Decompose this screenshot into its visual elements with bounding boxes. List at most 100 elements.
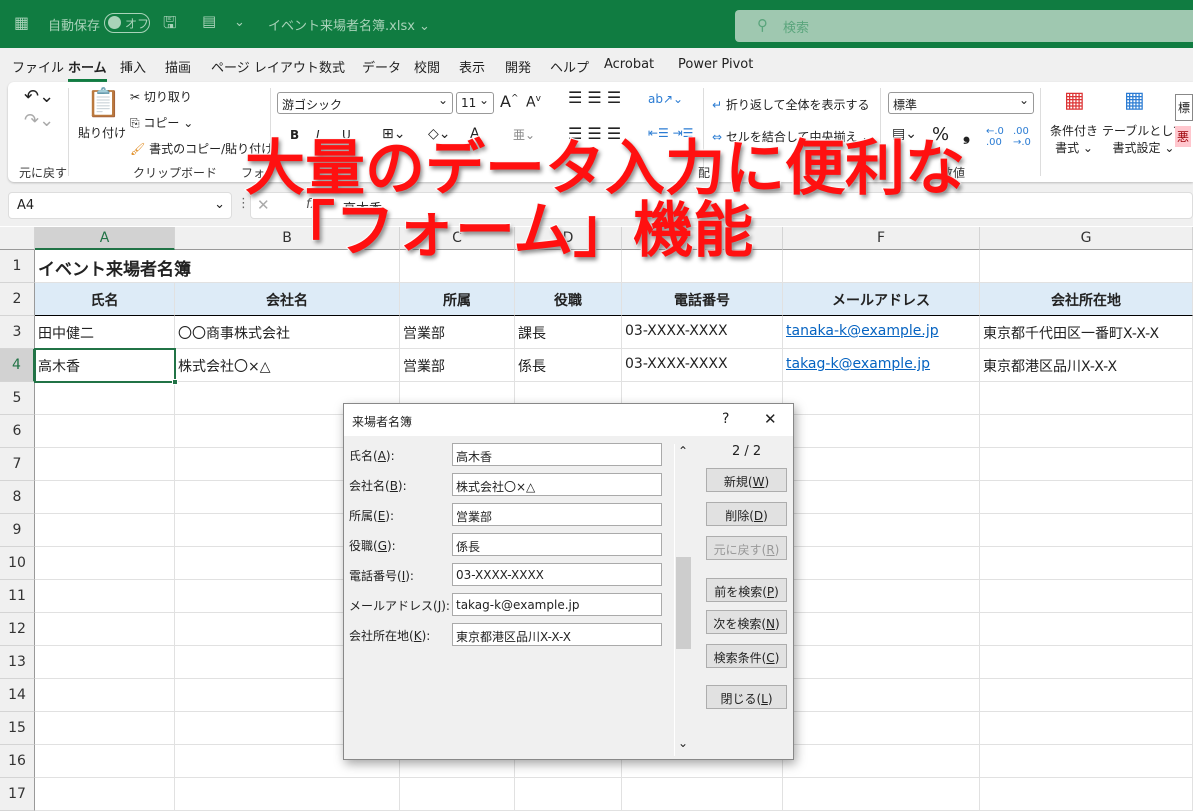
- cell[interactable]: [783, 580, 980, 613]
- table-cell[interactable]: 〇〇商事株式会社: [175, 316, 400, 349]
- conditional-format-icon[interactable]: ▦: [1064, 88, 1085, 113]
- decrease-decimal-icon[interactable]: .00→.0: [1013, 126, 1031, 148]
- tab-4[interactable]: ページ レイアウト: [211, 57, 319, 76]
- row-header-3[interactable]: 3: [0, 316, 35, 349]
- row-header-4[interactable]: 4: [0, 349, 35, 382]
- cell[interactable]: [980, 613, 1193, 646]
- tab-0[interactable]: ファイル: [12, 57, 64, 76]
- tab-11[interactable]: Acrobat: [604, 57, 654, 72]
- cell[interactable]: [35, 712, 175, 745]
- cell[interactable]: [35, 448, 175, 481]
- cell[interactable]: [980, 679, 1193, 712]
- conditional-format-button[interactable]: 条件付き書式 ⌄: [1050, 122, 1098, 156]
- row-header-12[interactable]: 12: [0, 613, 35, 646]
- cell[interactable]: [400, 778, 515, 811]
- row-header-8[interactable]: 8: [0, 481, 35, 514]
- tab-3[interactable]: 描画: [165, 57, 191, 76]
- format-as-table-button[interactable]: テーブルとして書式設定 ⌄: [1102, 122, 1185, 156]
- table-cell[interactable]: 営業部: [400, 349, 515, 382]
- cell[interactable]: [783, 415, 980, 448]
- format-as-table-icon[interactable]: ▦: [1124, 88, 1145, 113]
- form-icon[interactable]: ▤: [202, 12, 216, 30]
- table-header[interactable]: メールアドレス: [783, 283, 980, 316]
- field-input[interactable]: 03-XXXX-XXXX: [452, 563, 662, 586]
- qat-dropdown-icon[interactable]: ⌄: [234, 15, 245, 30]
- row-header-10[interactable]: 10: [0, 547, 35, 580]
- tab-6[interactable]: データ: [362, 57, 401, 76]
- style-normal[interactable]: 標: [1175, 94, 1193, 121]
- cell[interactable]: [35, 514, 175, 547]
- table-cell[interactable]: 東京都港区品川X-X-X: [980, 349, 1193, 382]
- field-input[interactable]: 高木香: [452, 443, 662, 466]
- help-button[interactable]: ?: [722, 411, 729, 427]
- grow-font-icon[interactable]: A^: [500, 92, 519, 111]
- cell[interactable]: [783, 514, 980, 547]
- field-input[interactable]: 株式会社〇×△: [452, 473, 662, 496]
- row-header-15[interactable]: 15: [0, 712, 35, 745]
- row-header-1[interactable]: 1: [0, 250, 35, 283]
- cell[interactable]: [783, 646, 980, 679]
- table-header[interactable]: 会社名: [175, 283, 400, 316]
- cell[interactable]: [35, 778, 175, 811]
- style-bad[interactable]: 悪: [1175, 126, 1191, 147]
- scroll-up-icon[interactable]: ⌃: [678, 444, 688, 458]
- file-name[interactable]: イベント来場者名簿.xlsx ⌄: [268, 15, 430, 34]
- select-all-corner[interactable]: [0, 227, 35, 250]
- row-header-13[interactable]: 13: [0, 646, 35, 679]
- table-cell[interactable]: takag-k@example.jp: [783, 349, 980, 382]
- autosave-toggle[interactable]: オフ: [104, 13, 150, 33]
- row-header-17[interactable]: 17: [0, 778, 35, 811]
- cell[interactable]: [783, 613, 980, 646]
- cell[interactable]: [980, 547, 1193, 580]
- undo-icon[interactable]: ↶⌄: [24, 86, 54, 107]
- table-header[interactable]: 電話番号: [622, 283, 783, 316]
- cell[interactable]: [980, 514, 1193, 547]
- cell[interactable]: [783, 712, 980, 745]
- copy-button[interactable]: ⎘ コピー ⌄: [130, 114, 193, 131]
- table-header[interactable]: 役職: [515, 283, 622, 316]
- cell[interactable]: [980, 481, 1193, 514]
- dialog-button-N[interactable]: 次を検索(N): [706, 610, 787, 634]
- table-header[interactable]: 氏名: [35, 283, 175, 316]
- cell[interactable]: [980, 580, 1193, 613]
- tab-9[interactable]: 開発: [505, 57, 531, 76]
- table-cell[interactable]: 03-XXXX-XXXX: [622, 316, 783, 349]
- cell[interactable]: [980, 415, 1193, 448]
- row-header-14[interactable]: 14: [0, 679, 35, 712]
- cell[interactable]: [35, 415, 175, 448]
- dialog-button-C[interactable]: 検索条件(C): [706, 644, 787, 668]
- name-box[interactable]: A4⌄: [8, 192, 232, 219]
- cell[interactable]: [35, 580, 175, 613]
- table-cell[interactable]: 東京都千代田区一番町X-X-X: [980, 316, 1193, 349]
- cell[interactable]: [783, 679, 980, 712]
- row-header-5[interactable]: 5: [0, 382, 35, 415]
- search-box[interactable]: ⚲ 検索: [735, 10, 1193, 42]
- sheet-title[interactable]: イベント来場者名簿: [35, 250, 175, 283]
- paste-button[interactable]: 貼り付け: [78, 124, 126, 141]
- cell[interactable]: [980, 778, 1193, 811]
- table-cell[interactable]: tanaka-k@example.jp: [783, 316, 980, 349]
- cut-button[interactable]: ✂ 切り取り: [130, 88, 192, 105]
- tab-5[interactable]: 数式: [319, 57, 345, 76]
- dialog-button-L[interactable]: 閉じる(L): [706, 685, 787, 709]
- field-input[interactable]: takag-k@example.jp: [452, 593, 662, 616]
- column-header-G[interactable]: G: [980, 227, 1193, 250]
- cell[interactable]: [783, 547, 980, 580]
- cell[interactable]: [35, 679, 175, 712]
- tab-10[interactable]: ヘルプ: [550, 57, 589, 76]
- paste-icon[interactable]: 📋: [86, 86, 121, 119]
- tab-1[interactable]: ホーム: [68, 57, 107, 76]
- number-format-select[interactable]: 標準: [888, 92, 1034, 114]
- cell[interactable]: [980, 448, 1193, 481]
- row-header-11[interactable]: 11: [0, 580, 35, 613]
- field-input[interactable]: 東京都港区品川X-X-X: [452, 623, 662, 646]
- row-header-6[interactable]: 6: [0, 415, 35, 448]
- tab-12[interactable]: Power Pivot: [678, 57, 753, 72]
- cell[interactable]: [980, 745, 1193, 778]
- cell[interactable]: [35, 547, 175, 580]
- cell[interactable]: [980, 382, 1193, 415]
- field-input[interactable]: 営業部: [452, 503, 662, 526]
- fill-handle[interactable]: [172, 379, 178, 385]
- tab-2[interactable]: 挿入: [120, 57, 146, 76]
- dialog-button-R[interactable]: 元に戻す(R): [706, 536, 787, 560]
